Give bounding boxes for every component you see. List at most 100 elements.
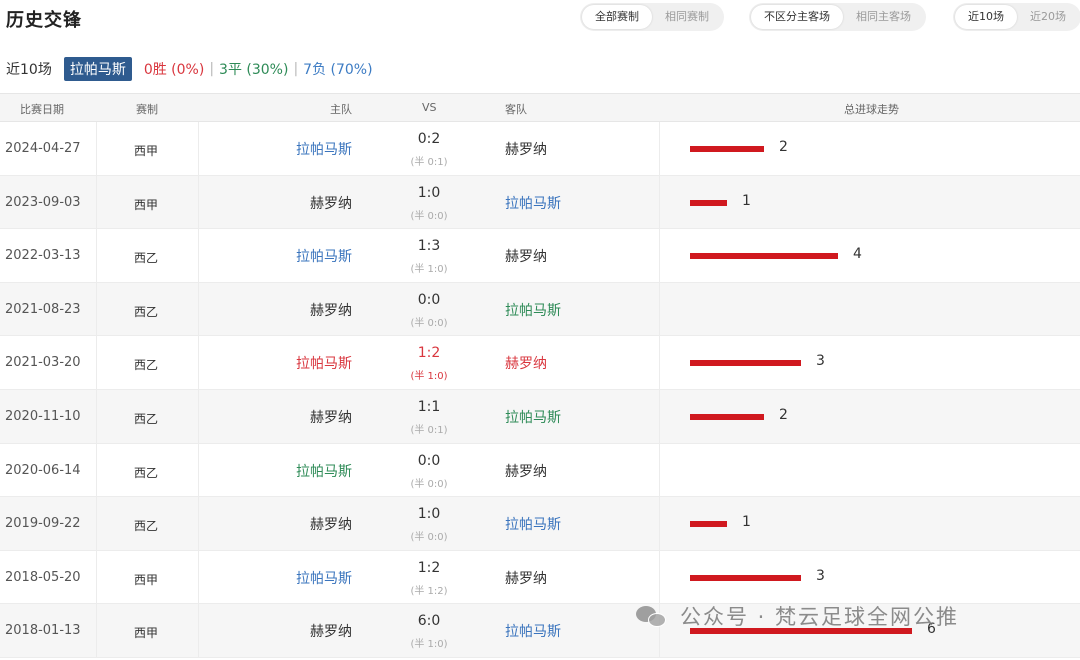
home-team-link[interactable]: 拉帕马斯 [296,568,352,588]
head-to-head-table: 比赛日期 赛制 主队 VS 客队 总进球走势 2024-04-27 西甲 拉帕马斯 0… [0,93,1080,658]
half-time-score: (半 1:2) [410,585,448,597]
table-row: 2022-03-13 西乙 拉帕马斯 1:3 (半 1:0) 赫罗纳 4 [0,229,1080,283]
home-team-link[interactable]: 赫罗纳 [310,193,352,213]
match-competition: 西乙 [134,519,159,534]
match-competition: 西乙 [134,304,159,319]
total-goals-label: 3 [816,353,825,370]
team-badge: 拉帕马斯 [63,57,132,81]
total-goals-bar [690,521,727,528]
col-away: 客队 [505,103,527,116]
home-team-link[interactable]: 赫罗纳 [310,300,352,320]
home-team-link[interactable]: 拉帕马斯 [296,246,352,266]
match-date: 2022-03-13 [5,248,81,264]
full-time-score: 0:0 [417,291,441,308]
match-date: 2020-06-14 [5,462,81,478]
match-competition: 西甲 [134,144,159,158]
match-competition: 西甲 [134,626,159,641]
table-row: 2020-06-14 西乙 拉帕马斯 0:0 (半 0:0) 赫罗纳 [0,443,1080,498]
home-team-link[interactable]: 赫罗纳 [310,514,352,534]
total-goals-label: 2 [779,406,788,423]
total-goals-bar [690,146,764,152]
match-competition: 西甲 [134,572,159,587]
filter-same-competition[interactable]: 相同赛制 [652,5,722,29]
match-date: 2018-01-13 [5,623,81,639]
match-competition: 西乙 [134,358,159,373]
home-team-link[interactable]: 拉帕马斯 [296,139,352,159]
total-goals-bar [690,199,727,206]
filter-last-20[interactable]: 近20场 [1017,5,1079,29]
full-time-score: 6:0 [417,613,441,630]
col-goal-trend: 总进球走势 [844,103,899,116]
competition-filter: 全部赛制 相同赛制 [580,3,724,31]
full-time-score: 1:2 [417,559,441,576]
match-competition: 西乙 [134,411,159,426]
full-time-score: 1:1 [417,398,441,415]
col-competition: 赛制 [136,103,158,116]
away-team-link[interactable]: 赫罗纳 [505,246,547,266]
filter-last-10[interactable]: 近10场 [955,5,1017,29]
away-team-link[interactable]: 拉帕马斯 [505,621,561,641]
total-goals-label: 1 [742,514,751,531]
total-goals-label: 1 [742,192,751,209]
summary-wins: 0胜 (0%) [143,62,205,78]
match-date: 2020-11-10 [5,408,81,424]
total-goals-bar [690,574,801,581]
match-competition: 西乙 [134,465,159,480]
full-time-score: 0:2 [417,131,441,147]
page-title: 历史交锋 [6,10,82,31]
summary-draws: 3平 (30%) [219,62,289,78]
match-date: 2024-04-27 [5,141,81,156]
half-time-score: (半 0:0) [410,478,448,490]
full-time-score: 1:2 [417,345,441,362]
match-date: 2019-09-22 [5,516,81,532]
summary-losses: 7负 (70%) [303,62,373,78]
header: 历史交锋 全部赛制 相同赛制 不区分主客场 相同主客场 近10场 近20场 [0,0,1080,44]
home-team-link[interactable]: 拉帕马斯 [296,461,352,481]
away-team-link[interactable]: 赫罗纳 [505,139,547,159]
home-team-link[interactable]: 赫罗纳 [310,407,352,427]
watermark: 公众号 · 梵云足球全网公推 [636,598,959,634]
home-team-link[interactable]: 拉帕马斯 [296,353,352,373]
col-home: 主队 [330,103,352,116]
total-goals-label: 3 [816,567,825,584]
table-header: 比赛日期 赛制 主队 VS 客队 总进球走势 [0,93,1080,122]
summary-separator: | [209,61,215,77]
match-date: 2018-05-20 [5,569,81,585]
half-time-score: (半 0:0) [410,210,448,222]
table-row: 2024-04-27 西甲 拉帕马斯 0:2 (半 0:1) 赫罗纳 2 [0,122,1080,176]
full-time-score: 0:0 [417,452,441,469]
match-date: 2023-09-03 [5,194,81,210]
total-goals-bar [690,360,801,367]
away-team-link[interactable]: 拉帕马斯 [505,514,561,534]
away-team-link[interactable]: 赫罗纳 [505,461,547,481]
half-time-score: (半 0:1) [410,157,448,168]
record-summary: 近10场 拉帕马斯 0胜 (0%) | 3平 (30%) | 7负 (70%) [0,56,373,82]
home-team-link[interactable]: 赫罗纳 [310,621,352,641]
match-competition: 西乙 [134,251,159,266]
full-time-score: 1:0 [417,184,441,201]
half-time-score: (半 1:0) [410,639,448,651]
away-team-link[interactable]: 赫罗纳 [505,353,547,373]
filter-all-competitions[interactable]: 全部赛制 [582,5,652,29]
away-team-link[interactable]: 赫罗纳 [505,568,547,588]
match-date: 2021-08-23 [5,301,81,317]
summary-separator: | [293,61,299,77]
full-time-score: 1:0 [417,506,441,523]
half-time-score: (半 1:0) [410,264,448,276]
half-time-score: (半 0:0) [410,532,448,544]
table-row: 2020-11-10 西乙 赫罗纳 1:1 (半 0:1) 拉帕马斯 2 [0,389,1080,444]
total-goals-bar [690,413,764,420]
filter-same-venue[interactable]: 相同主客场 [843,5,924,29]
away-team-link[interactable]: 拉帕马斯 [505,193,561,213]
range-filter: 近10场 近20场 [953,3,1080,31]
watermark-text: 公众号 · 梵云足球全网公推 [680,605,960,629]
away-team-link[interactable]: 拉帕马斯 [505,300,561,320]
col-date: 比赛日期 [20,103,64,116]
filter-any-venue[interactable]: 不区分主客场 [751,5,843,29]
table-row: 2023-09-03 西甲 赫罗纳 1:0 (半 0:0) 拉帕马斯 1 [0,175,1080,230]
table-body: 2024-04-27 西甲 拉帕马斯 0:2 (半 0:1) 赫罗纳 2 2023-09-03… [0,122,1080,658]
total-goals-bar [690,253,838,260]
half-time-score: (半 1:0) [410,371,448,383]
table-row: 2021-03-20 西乙 拉帕马斯 1:2 (半 1:0) 赫罗纳 3 [0,336,1080,390]
away-team-link[interactable]: 拉帕马斯 [505,407,561,427]
